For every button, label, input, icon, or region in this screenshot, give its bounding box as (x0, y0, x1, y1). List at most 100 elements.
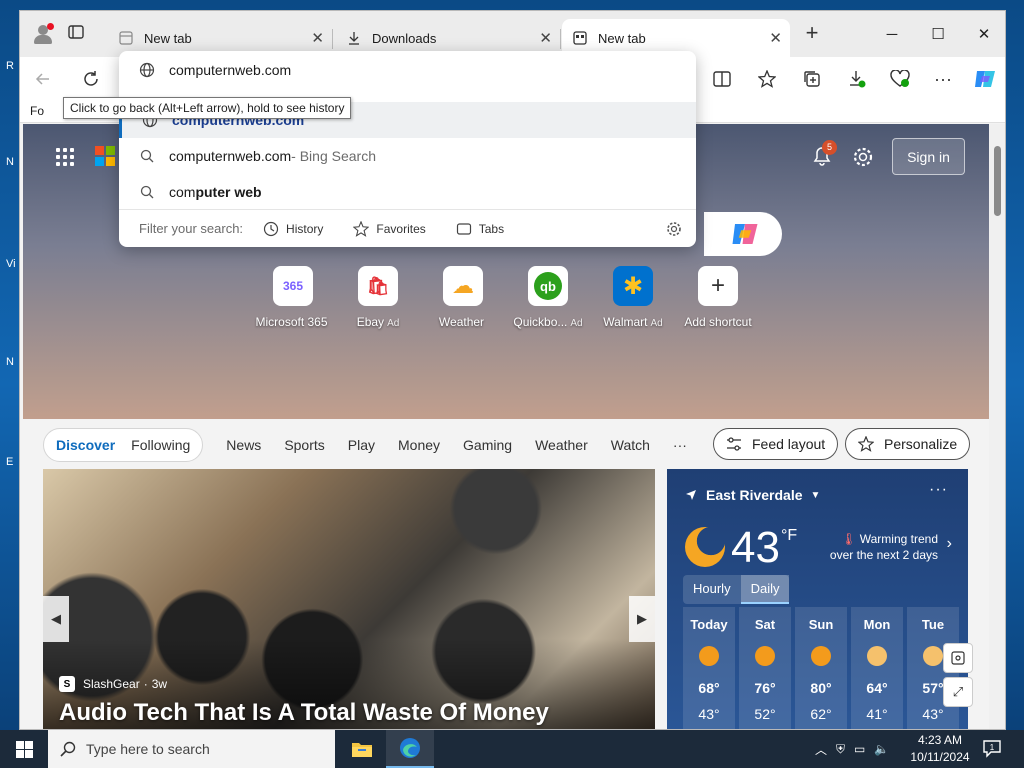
app-launcher-icon[interactable] (56, 148, 74, 166)
file-explorer-icon[interactable] (338, 730, 386, 768)
close-tab-icon[interactable]: ✕ (539, 29, 552, 47)
sun-icon (755, 646, 775, 666)
copilot-icon[interactable] (971, 65, 999, 93)
shortcut-ebay[interactable]: 🛍 Ebay Ad (333, 266, 423, 329)
settings-more-button[interactable]: ··· (929, 65, 957, 93)
expand-icon[interactable]: ⤢ (943, 677, 973, 707)
weather-trend[interactable]: 🌡 Warming trend over the next 2 days (828, 531, 938, 563)
maximize-button[interactable]: ☐ (915, 19, 961, 49)
action-center-icon[interactable]: 1 (982, 738, 1002, 761)
browser-essentials-icon[interactable] (886, 65, 914, 93)
personalize-button[interactable]: Personalize (845, 428, 971, 460)
shortcut-weather[interactable]: ☁ Weather (418, 266, 508, 329)
tab-watch[interactable]: Watch (611, 437, 650, 453)
forecast-day[interactable]: Sat 76° 52° (739, 607, 791, 729)
scrollbar-thumb[interactable] (994, 146, 1001, 216)
shortcut-label: Weather (438, 315, 485, 329)
page-search-box-edge[interactable] (704, 212, 782, 256)
refresh-button[interactable] (77, 65, 105, 93)
tab-discover[interactable]: Discover (48, 437, 123, 453)
edge-browser-icon[interactable] (386, 730, 434, 768)
temperature-unit[interactable]: °F (781, 527, 797, 545)
start-button[interactable] (0, 730, 48, 768)
desktop-icon-label[interactable]: N (6, 156, 14, 168)
tab-money[interactable]: Money (398, 437, 440, 453)
feed-layout-label: Feed layout (752, 436, 826, 452)
taskbar-clock[interactable]: 4:23 AM 10/11/2024 (905, 732, 975, 766)
filter-history[interactable]: History (263, 221, 323, 237)
weather-location[interactable]: East Riverdale ▼ (685, 487, 820, 503)
tab-actions-icon[interactable] (68, 24, 88, 44)
suggestion-query[interactable]: com puter web (119, 174, 696, 210)
clock-date: 10/11/2024 (910, 750, 970, 764)
shortcut-add[interactable]: + Add shortcut (673, 266, 763, 329)
microsoft-365-icon: 365 (273, 266, 313, 306)
tab-daily[interactable]: Daily (740, 575, 790, 604)
page-settings-icon[interactable] (852, 146, 874, 171)
shortcut-microsoft-365[interactable]: 365 Microsoft 365 (248, 266, 338, 329)
filter-tabs[interactable]: Tabs (456, 221, 504, 237)
close-tab-icon[interactable]: ✕ (769, 29, 782, 47)
shortcut-label: Walmart (603, 315, 648, 329)
hero-article-card[interactable]: ◀ ▶ S SlashGear · 3w Audio Tech That Is … (43, 469, 655, 729)
search-filter-bar: Filter your search: History Favorites Ta… (119, 209, 696, 247)
weather-card[interactable]: East Riverdale ▼ ··· 43 °F 🌡 Warming tre… (667, 469, 968, 729)
shortcut-walmart[interactable]: ✱ Walmart Ad (588, 266, 678, 329)
back-button[interactable] (29, 65, 57, 93)
close-tab-icon[interactable]: ✕ (311, 29, 324, 47)
filter-favorites[interactable]: Favorites (353, 220, 426, 237)
volume-icon[interactable]: 🔈 (874, 742, 889, 756)
globe-icon (139, 62, 155, 78)
minimize-button[interactable]: ─ (869, 19, 915, 49)
taskbar: Type here to search ︿ ⛨ ▭ 🔈 4:23 AM 10/1… (0, 730, 1024, 768)
desktop-icon-label[interactable]: Vi (6, 258, 16, 270)
close-window-button[interactable]: ✕ (961, 19, 1005, 49)
tab-label: New tab (598, 30, 646, 46)
plus-icon: + (698, 266, 738, 306)
favorites-bar-item[interactable]: Fo (30, 104, 44, 118)
more-tabs-button[interactable]: ··· (673, 437, 687, 453)
tab-weather[interactable]: Weather (535, 437, 588, 453)
forecast-day[interactable]: Today 68° 43° (683, 607, 735, 729)
security-icon[interactable]: ⛨ (836, 742, 845, 757)
desktop-icon-label[interactable]: N (6, 356, 14, 368)
chevron-right-icon[interactable]: › (947, 535, 952, 553)
notification-badge: 5 (822, 140, 837, 155)
split-screen-icon[interactable] (708, 65, 736, 93)
newtab-icon (118, 30, 134, 46)
search-icon (60, 741, 76, 757)
tab-play[interactable]: Play (348, 437, 375, 453)
tab-sports[interactable]: Sports (284, 437, 324, 453)
network-icon[interactable]: ▭ (854, 742, 865, 756)
article-title[interactable]: Audio Tech That Is A Total Waste Of Mone… (59, 699, 549, 727)
clock-time: 4:23 AM (917, 733, 963, 747)
page-scrollbar[interactable] (989, 124, 1005, 729)
sign-in-button[interactable]: Sign in (892, 138, 965, 175)
profile-avatar-icon[interactable] (32, 23, 54, 45)
address-input[interactable]: computernweb.com (119, 51, 696, 89)
tab-following[interactable]: Following (123, 437, 198, 453)
desktop-icon-label[interactable]: E (6, 456, 13, 468)
forecast-day[interactable]: Mon 64° 41° (851, 607, 903, 729)
tab-gaming[interactable]: Gaming (463, 437, 512, 453)
more-options-icon[interactable]: ··· (929, 481, 948, 499)
notifications-bell-icon[interactable]: 5 (812, 140, 837, 169)
gear-icon[interactable] (666, 221, 682, 240)
taskbar-search-box[interactable]: Type here to search (48, 730, 335, 768)
forecast-day[interactable]: Sun 80° 62° (795, 607, 847, 729)
collections-icon[interactable] (798, 65, 826, 93)
suggestion-bing-search[interactable]: computernweb.com - Bing Search (119, 138, 696, 174)
tab-hourly[interactable]: Hourly (683, 575, 741, 604)
feed-layout-button[interactable]: Feed layout (713, 428, 839, 460)
hero-next-button[interactable]: ▶ (629, 596, 655, 642)
new-tab-button[interactable]: + (802, 22, 822, 44)
downloads-icon[interactable] (843, 65, 871, 93)
tab-news[interactable]: News (226, 437, 261, 453)
chevron-up-icon[interactable]: ︿ (815, 741, 827, 758)
favorites-icon[interactable] (753, 65, 781, 93)
suggestion-suffix: - Bing Search (291, 148, 376, 164)
hero-prev-button[interactable]: ◀ (43, 596, 69, 642)
shortcut-quickbooks[interactable]: qb Quickbo... Ad (503, 266, 593, 329)
desktop-icon-label[interactable]: R (6, 60, 14, 72)
image-info-icon[interactable] (943, 643, 973, 673)
